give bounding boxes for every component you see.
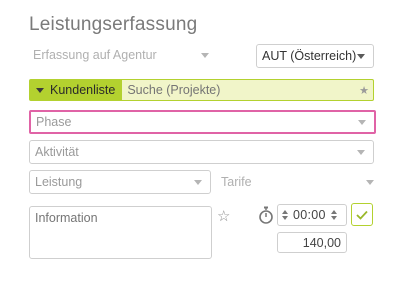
kundenliste-label: Kundenliste xyxy=(50,83,116,97)
chevron-down-icon xyxy=(358,119,366,125)
time-value: 00:00 xyxy=(293,208,326,222)
erfassung-label: Erfassung auf Agentur xyxy=(33,48,157,62)
time-input[interactable]: 00:00 xyxy=(277,204,347,226)
star-icon[interactable]: ☆ xyxy=(217,207,230,225)
increment-icon[interactable] xyxy=(282,210,288,214)
aktivitaet-select[interactable]: Aktivität xyxy=(29,140,374,164)
chevron-down-icon xyxy=(366,179,374,185)
erfassung-select[interactable]: Erfassung auf Agentur xyxy=(33,48,209,62)
confirm-button[interactable] xyxy=(351,203,373,226)
project-search-bar: Kundenliste ★ xyxy=(29,79,374,101)
star-icon[interactable]: ★ xyxy=(355,80,373,100)
time-stepper-right[interactable] xyxy=(330,210,337,220)
stopwatch-icon[interactable] xyxy=(258,206,274,224)
aktivitaet-placeholder: Aktivität xyxy=(35,145,79,159)
leistung-placeholder: Leistung xyxy=(35,175,83,189)
amount-field[interactable]: 140,00 xyxy=(277,232,347,253)
chevron-down-icon xyxy=(357,53,365,59)
country-select[interactable]: AUT (Österreich) xyxy=(256,44,374,68)
chevron-down-icon xyxy=(357,149,365,155)
page-title: Leistungserfassung xyxy=(29,14,198,35)
phase-placeholder: Phase xyxy=(36,115,72,129)
project-search-input[interactable] xyxy=(122,80,355,100)
chevron-down-icon xyxy=(201,52,209,58)
check-icon xyxy=(356,210,368,220)
tarife-label: Tarife xyxy=(221,175,252,189)
phase-select[interactable]: Phase xyxy=(29,110,376,134)
tarife-select[interactable]: Tarife xyxy=(221,175,374,189)
leistung-select[interactable]: Leistung xyxy=(29,170,211,194)
country-value: AUT (Österreich) xyxy=(262,49,357,63)
increment-icon[interactable] xyxy=(330,210,337,214)
chevron-down-icon xyxy=(194,179,202,185)
information-field[interactable] xyxy=(29,206,212,259)
time-stepper[interactable] xyxy=(282,210,288,220)
decrement-icon[interactable] xyxy=(282,216,288,220)
kundenliste-button[interactable]: Kundenliste xyxy=(30,80,123,100)
chevron-down-icon xyxy=(36,87,44,93)
decrement-icon[interactable] xyxy=(330,216,337,220)
